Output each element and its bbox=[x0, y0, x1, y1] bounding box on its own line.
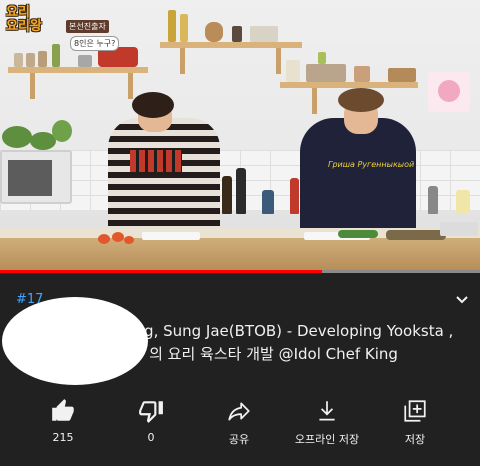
video-player[interactable]: Гриша Ругенныкыой 요리 요리왕 본선진출자 8인은 누구? bbox=[0, 0, 480, 272]
plant bbox=[52, 120, 72, 142]
bottle bbox=[236, 168, 246, 214]
add-to-playlist-icon bbox=[404, 400, 426, 422]
show-caption-1: 본선진출자 bbox=[66, 20, 109, 33]
show-logo-line1: 요리 bbox=[6, 5, 30, 20]
save-button[interactable]: 저장 bbox=[370, 396, 460, 456]
like-button[interactable]: 215 bbox=[18, 396, 108, 456]
download-button[interactable]: 오프라인 저장 bbox=[282, 396, 372, 456]
dislike-count: 0 bbox=[147, 431, 155, 444]
jars bbox=[306, 64, 346, 82]
jar bbox=[250, 26, 278, 42]
download-icon bbox=[319, 401, 335, 421]
bottle bbox=[222, 176, 232, 214]
bottle bbox=[290, 178, 299, 214]
tomato bbox=[98, 234, 110, 244]
shelf-bracket bbox=[128, 73, 133, 99]
jar bbox=[78, 55, 92, 67]
show-logo: 요리 요리왕 본선진출자 8인은 누구? bbox=[6, 6, 120, 62]
plant bbox=[2, 126, 32, 148]
download-label: 오프라인 저장 bbox=[294, 433, 360, 446]
thumbs-down-icon bbox=[139, 401, 163, 423]
microwave bbox=[0, 150, 72, 204]
dislike-button[interactable]: 0 bbox=[106, 396, 196, 456]
shelf-bracket bbox=[276, 48, 281, 74]
circle-annotation bbox=[2, 297, 148, 385]
share-button[interactable]: 공유 bbox=[194, 396, 284, 456]
shelf-right bbox=[280, 82, 418, 88]
person-navy-sweater bbox=[300, 118, 416, 230]
person-striped-sweater bbox=[108, 118, 220, 230]
ingredients bbox=[386, 230, 446, 240]
progress-bar[interactable] bbox=[0, 270, 480, 273]
shelf-left bbox=[8, 67, 148, 73]
tomato bbox=[124, 236, 134, 244]
shelf-bracket bbox=[312, 88, 317, 114]
sweater-print-text: Гриша Ругенныкыой bbox=[328, 160, 415, 169]
tomato bbox=[112, 232, 124, 242]
flower-shape bbox=[438, 80, 460, 102]
bottle bbox=[318, 52, 326, 64]
chevron-down-icon bbox=[456, 296, 468, 304]
owl-jar bbox=[205, 22, 223, 42]
wall-decoration bbox=[428, 72, 470, 112]
figurine bbox=[286, 60, 300, 82]
shelf-bracket bbox=[30, 73, 35, 99]
show-caption-2: 8인은 누구? bbox=[70, 36, 120, 51]
shelf-bracket bbox=[180, 48, 185, 74]
bottle bbox=[456, 190, 470, 214]
hair bbox=[132, 92, 174, 118]
hair bbox=[338, 88, 384, 112]
show-logo-line2: 요리왕 bbox=[6, 19, 42, 34]
vegetables bbox=[338, 230, 378, 238]
progress-bar-fill bbox=[0, 270, 322, 273]
counter-front bbox=[0, 238, 480, 272]
share-label: 공유 bbox=[228, 433, 250, 446]
bottle bbox=[180, 14, 188, 42]
tray bbox=[440, 222, 478, 236]
action-bar: 215 0 공유 오프라인 저장 저장 bbox=[0, 396, 480, 456]
microwave-door bbox=[8, 160, 52, 196]
like-count: 215 bbox=[52, 431, 74, 444]
expand-description-button[interactable] bbox=[452, 292, 472, 306]
cutting-board bbox=[142, 232, 200, 240]
save-label: 저장 bbox=[404, 433, 426, 446]
sweater-pattern bbox=[130, 150, 182, 172]
bottle bbox=[262, 190, 274, 214]
jar bbox=[232, 26, 242, 42]
thumbs-up-icon bbox=[52, 399, 74, 421]
show-logo-text: 요리 요리왕 bbox=[6, 6, 42, 34]
jar bbox=[354, 66, 370, 82]
faucet bbox=[428, 186, 438, 214]
bottle bbox=[168, 10, 176, 42]
share-arrow-icon bbox=[228, 402, 250, 421]
jar bbox=[388, 68, 416, 82]
